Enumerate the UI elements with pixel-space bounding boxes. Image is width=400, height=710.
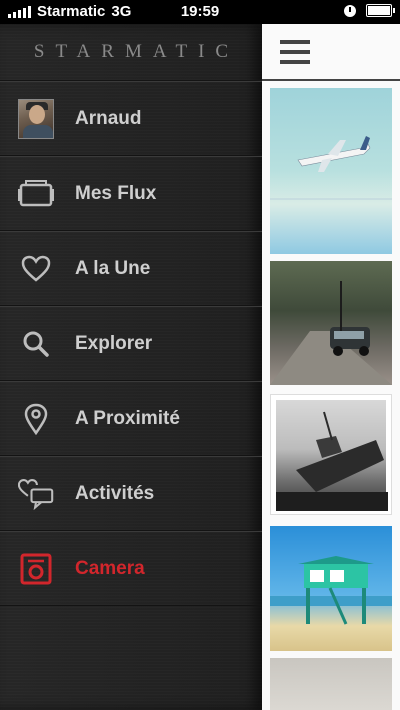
hamburger-icon[interactable] [280,40,310,64]
menu-item-label: Activités [75,482,155,504]
status-right [344,4,395,17]
menu-item-label: Camera [75,557,145,579]
status-bar: Starmatic 3G 19:59 [0,0,400,24]
location-pin-icon [18,401,54,437]
menu-item-profile[interactable]: Arnaud [0,81,262,156]
car-illustration [270,281,392,385]
lifeguard-tower-illustration [270,556,392,625]
menu-item-activites[interactable]: Activités [0,456,262,531]
status-time: 19:59 [180,3,220,20]
feed-topbar [262,24,400,81]
camera-icon [18,551,54,587]
menu-item-label: Explorer [75,332,153,354]
feed-photo-partial[interactable] [270,658,392,710]
menu-item-label: A Proximité [75,407,180,429]
chat-heart-icon [18,476,54,512]
photo-feed [262,24,400,710]
heart-icon [18,251,54,287]
alarm-clock-icon [344,4,356,17]
feed-photo-shipwreck[interactable] [270,394,392,515]
menu-item-camera[interactable]: Camera [0,531,262,606]
side-menu: STARMATIC Arnaud Mes Flux A la Une Explo… [0,24,262,710]
avatar [18,98,54,139]
search-icon [18,326,54,362]
airplane-illustration [270,136,392,200]
shipwreck-illustration [276,411,388,511]
feed-photo-airplane[interactable] [270,88,392,254]
photos-stack-icon [18,176,54,212]
battery-fill [368,6,390,15]
menu-item-label: A la Une [75,257,151,279]
menu-item-label: Arnaud [75,107,142,129]
menu-item-explorer[interactable]: Explorer [0,306,262,381]
feed-photo-lifeguard-tower[interactable] [270,526,392,651]
battery-icon [366,4,395,17]
menu-item-a-proximite[interactable]: A Proximité [0,381,262,456]
menu-item-a-la-une[interactable]: A la Une [0,231,262,306]
menu-item-mes-flux[interactable]: Mes Flux [0,156,262,231]
menu-item-label: Mes Flux [75,182,157,204]
brand-logo: STARMATIC [0,24,262,81]
feed-photo-car-road[interactable] [270,261,392,385]
